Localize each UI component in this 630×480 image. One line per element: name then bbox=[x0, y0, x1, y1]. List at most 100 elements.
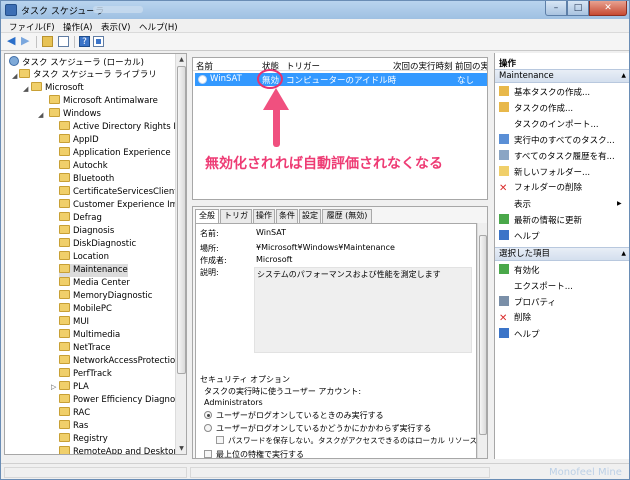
scroll-up-icon[interactable]: ▲ bbox=[176, 54, 186, 65]
menu-view[interactable]: 表示(V) bbox=[101, 21, 130, 33]
tree-item-remoteapp-and-desktop-c[interactable]: RemoteApp and Desktop C bbox=[59, 446, 176, 454]
back-arrow-icon[interactable]: ◀ bbox=[7, 35, 18, 47]
tab-actions[interactable]: 操作 bbox=[253, 209, 275, 223]
tab-general[interactable]: 全般 bbox=[195, 209, 219, 224]
action-item-3[interactable]: 実行中のすべてのタスク... bbox=[499, 134, 615, 147]
column-next-run[interactable]: 次回の実行時刻 bbox=[393, 60, 453, 72]
selected-action-item-1[interactable]: エクスポート... bbox=[499, 280, 573, 293]
action-item-7[interactable]: 表示 ▶ bbox=[499, 198, 622, 211]
collapse-icon[interactable]: ▲ bbox=[621, 248, 626, 260]
tree-item-power-efficiency-diagnostic[interactable]: Power Efficiency Diagnostic bbox=[59, 394, 176, 407]
actions-title: 操作 bbox=[499, 59, 517, 69]
highest-privilege-checkbox[interactable] bbox=[204, 450, 212, 458]
description-box[interactable]: システムのパフォーマンスおよび性能を測定します bbox=[254, 267, 472, 353]
menu-action[interactable]: 操作(A) bbox=[63, 21, 92, 33]
tree-item-mui[interactable]: MUI bbox=[59, 316, 89, 329]
actions-pane: 操作 Maintenance ▲ 基本タスクの作成... タスクの作成... タスクの… bbox=[494, 53, 629, 459]
tree-item-networkaccessprotection[interactable]: NetworkAccessProtection bbox=[59, 355, 176, 368]
tree-item-diskdiagnostic[interactable]: DiskDiagnostic bbox=[59, 238, 136, 251]
title-bar[interactable]: タスク スケジューラ – □ ✕ bbox=[1, 1, 629, 19]
minimize-button[interactable]: – bbox=[545, 1, 567, 16]
tree-item-certificateservicesclient[interactable]: CertificateServicesClient bbox=[59, 186, 176, 199]
menu-help[interactable]: ヘルプ(H) bbox=[139, 21, 178, 33]
security-options: セキュリティ オプション タスクの実行時に使うユーザー アカウント: Admin… bbox=[200, 374, 487, 459]
window-title: タスク スケジューラ bbox=[21, 7, 105, 17]
tree-item-appid[interactable]: AppID bbox=[59, 134, 99, 147]
forward-arrow-icon[interactable]: ▶ bbox=[21, 35, 32, 47]
tree-item-maintenance[interactable]: Maintenance bbox=[59, 264, 128, 277]
selected-action-item-3[interactable]: ✕ 削除 bbox=[499, 312, 531, 325]
tree-item-autochk[interactable]: Autochk bbox=[59, 160, 108, 173]
create-task-icon bbox=[499, 102, 509, 112]
tree-item-pla[interactable]: PLA bbox=[59, 381, 89, 394]
pane-splitter[interactable] bbox=[489, 53, 493, 459]
selected-action-item-0[interactable]: 有効化 bbox=[499, 264, 540, 277]
tree-item-diagnosis[interactable]: Diagnosis bbox=[59, 225, 114, 238]
maximize-button[interactable]: □ bbox=[567, 1, 589, 16]
action-item-6[interactable]: ✕ フォルダーの削除 bbox=[499, 182, 582, 195]
tree-windows[interactable]: Windows bbox=[49, 108, 101, 121]
up-folder-icon[interactable] bbox=[42, 36, 53, 47]
tree-item-bluetooth[interactable]: Bluetooth bbox=[59, 173, 114, 186]
tree-item-defrag[interactable]: Defrag bbox=[59, 212, 102, 225]
name-value[interactable]: WinSAT bbox=[254, 228, 472, 239]
action-item-1[interactable]: タスクの作成... bbox=[499, 102, 573, 115]
task-row-winsat[interactable]: WinSAT 無効 コンピューターのアイドル時 なし bbox=[195, 73, 487, 86]
radio-logged-on[interactable] bbox=[204, 411, 212, 419]
tree-item-registry[interactable]: Registry bbox=[59, 433, 108, 446]
tab-triggers[interactable]: トリガー bbox=[220, 209, 252, 232]
scroll-thumb[interactable] bbox=[479, 235, 487, 435]
tree-antimalware[interactable]: Microsoft Antimalware bbox=[49, 95, 158, 108]
tree-item-application-experience[interactable]: Application Experience bbox=[59, 147, 171, 160]
help-icon[interactable]: ? bbox=[79, 36, 90, 47]
action-item-5[interactable]: 新しいフォルダー... bbox=[499, 166, 590, 179]
tab-conditions[interactable]: 条件 bbox=[276, 209, 298, 223]
column-trigger[interactable]: トリガー bbox=[286, 60, 320, 72]
action-item-8[interactable]: 最新の情報に更新 bbox=[499, 214, 582, 227]
column-name[interactable]: 名前 bbox=[196, 60, 213, 72]
radio-any-user[interactable] bbox=[204, 424, 212, 432]
actions-section-maintenance[interactable]: Maintenance ▲ bbox=[495, 69, 629, 83]
show-pane-icon[interactable] bbox=[93, 36, 104, 47]
console-tree: タスク スケジューラ (ローカル) ◢ タスク スケジューラ ライブラリ ◢ M… bbox=[4, 53, 187, 455]
action-item-0[interactable]: 基本タスクの作成... bbox=[499, 86, 590, 99]
tree-root[interactable]: タスク スケジューラ (ローカル) bbox=[9, 56, 144, 69]
tree-item-active-directory-rights-mar[interactable]: Active Directory Rights Mar bbox=[59, 121, 176, 134]
selected-action-item-4[interactable]: ヘルプ bbox=[499, 328, 540, 341]
detail-scrollbar[interactable] bbox=[477, 223, 487, 458]
tree-item-rac[interactable]: RAC bbox=[59, 407, 90, 420]
highest-privilege-label: 最上位の特権で実行する bbox=[216, 450, 304, 459]
description-value: システムのパフォーマンスおよび性能を測定します bbox=[257, 270, 441, 279]
app-icon bbox=[5, 4, 17, 16]
folder-icon bbox=[59, 290, 70, 299]
action-item-9[interactable]: ヘルプ bbox=[499, 230, 540, 243]
action-item-4[interactable]: すべてのタスク履歴を有... bbox=[499, 150, 615, 163]
column-last-run[interactable]: 前回の実 bbox=[455, 60, 487, 72]
tree-item-customer-experience-impro[interactable]: Customer Experience Impro bbox=[59, 199, 176, 212]
collapse-icon[interactable]: ▲ bbox=[621, 70, 626, 82]
tree-scrollbar[interactable]: ▲ ▼ bbox=[175, 54, 186, 454]
actions-section-selected[interactable]: 選択した項目 ▲ bbox=[495, 247, 629, 261]
tree-item-media-center[interactable]: Media Center bbox=[59, 277, 130, 290]
tree-item-ras[interactable]: Ras bbox=[59, 420, 88, 433]
tree-item-memorydiagnostic[interactable]: MemoryDiagnostic bbox=[59, 290, 152, 303]
console-tree-icon[interactable] bbox=[58, 36, 69, 47]
expand-icon[interactable]: ▷ bbox=[51, 383, 56, 391]
tree-microsoft[interactable]: Microsoft bbox=[31, 82, 84, 95]
no-password-checkbox[interactable] bbox=[216, 436, 224, 444]
close-button[interactable]: ✕ bbox=[589, 1, 627, 16]
tree-item-mobilepc[interactable]: MobilePC bbox=[59, 303, 112, 316]
wizard-icon bbox=[499, 86, 509, 96]
tree-item-multimedia[interactable]: Multimedia bbox=[59, 329, 120, 342]
tree-item-location[interactable]: Location bbox=[59, 251, 109, 264]
scroll-down-icon[interactable]: ▼ bbox=[176, 443, 186, 454]
scroll-thumb[interactable] bbox=[177, 66, 186, 374]
selected-action-item-2[interactable]: プロパティ bbox=[499, 296, 556, 309]
tab-settings[interactable]: 設定 bbox=[299, 209, 321, 223]
tab-history[interactable]: 履歴 (無効) bbox=[322, 209, 372, 223]
tree-library[interactable]: タスク スケジューラ ライブラリ bbox=[19, 69, 157, 82]
menu-file[interactable]: ファイル(F) bbox=[9, 21, 55, 33]
tree-item-nettrace[interactable]: NetTrace bbox=[59, 342, 110, 355]
tree-item-perftrack[interactable]: PerfTrack bbox=[59, 368, 112, 381]
action-item-2[interactable]: タスクのインポート... bbox=[499, 118, 599, 131]
